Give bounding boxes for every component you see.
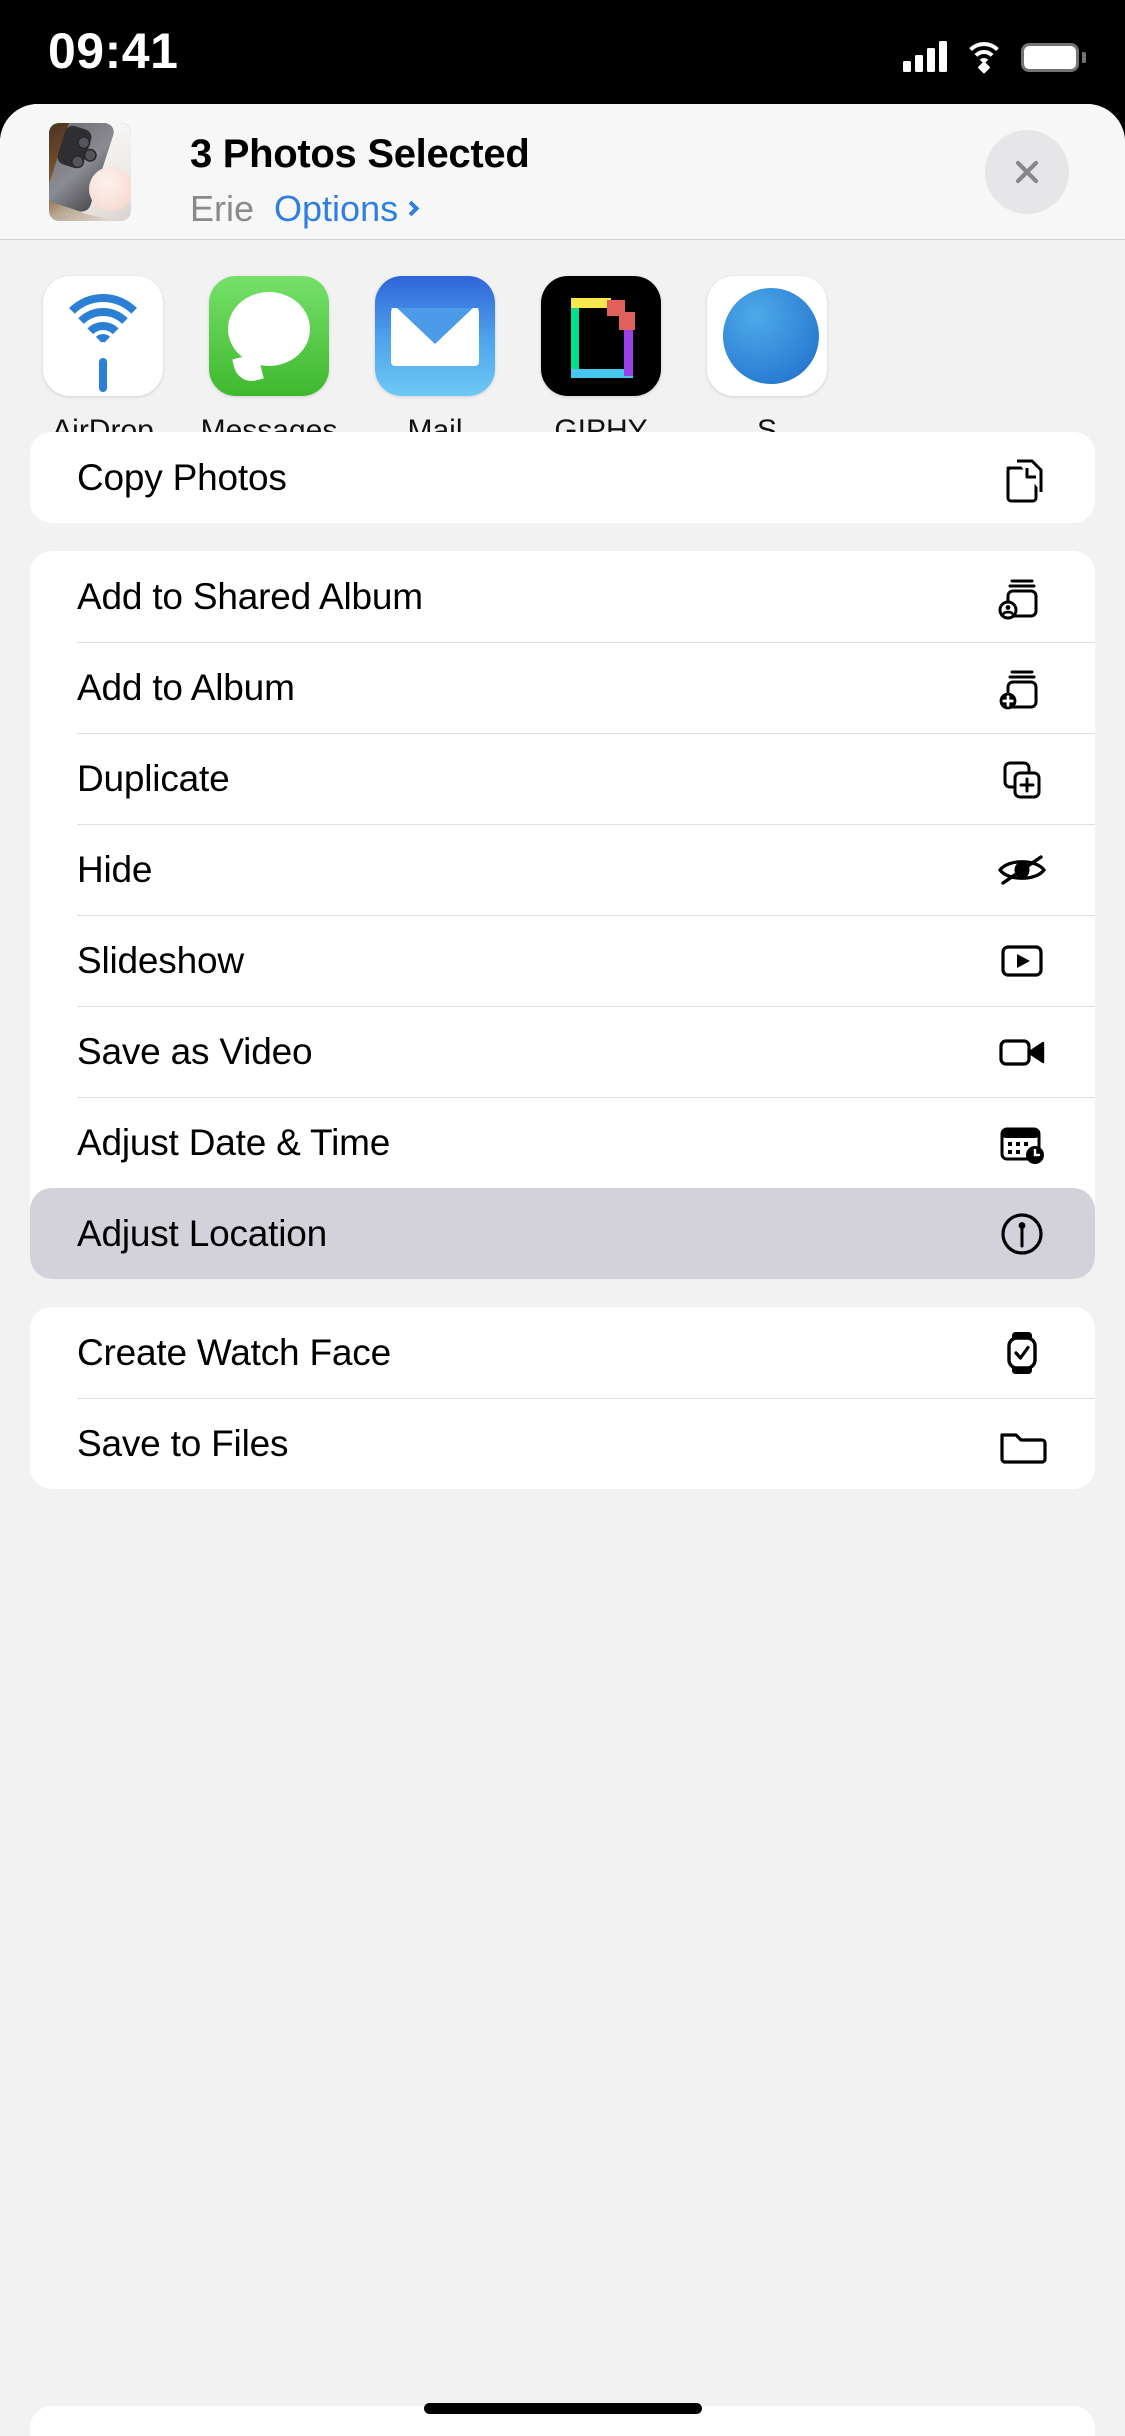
safari-icon <box>707 276 827 396</box>
mail-icon <box>375 276 495 396</box>
action-row-save-as-video[interactable]: Save as Video <box>30 1006 1095 1097</box>
status-bar-clock: 09:41 <box>48 23 179 79</box>
action-row-save-to-files[interactable]: Save to Files <box>30 1398 1095 1489</box>
action-group-3: Create Watch Face Save to Files <box>30 1307 1095 1489</box>
action-label: Slideshow <box>77 939 244 981</box>
share-target-messages[interactable]: Messages <box>186 276 352 432</box>
cellular-bars-icon <box>903 40 947 72</box>
page-title: 3 Photos Selected <box>190 132 530 176</box>
messages-icon <box>209 276 329 396</box>
action-label: Add to Album <box>77 666 295 708</box>
action-label: Copy Photos <box>77 456 287 498</box>
share-target-label: Messages <box>200 414 338 432</box>
battery-full-icon <box>1021 43 1086 72</box>
wifi-icon <box>963 40 1005 74</box>
airdrop-icon <box>43 276 163 396</box>
action-row-copy-photos[interactable]: Copy Photos <box>30 432 1095 523</box>
share-target-safari[interactable]: S <box>684 276 850 432</box>
copy-icon <box>993 449 1051 507</box>
action-row-adjust-location[interactable]: Adjust Location <box>30 1188 1095 1279</box>
share-sheet-header: 3 Photos Selected Erie Options <box>0 104 1125 240</box>
action-row-adjust-date-time[interactable]: Adjust Date & Time <box>30 1097 1095 1188</box>
watch-face-icon <box>993 1324 1051 1382</box>
folder-icon <box>993 1415 1051 1473</box>
eye-slash-icon <box>993 841 1051 899</box>
duplicate-icon <box>993 750 1051 808</box>
close-button[interactable] <box>985 130 1069 214</box>
action-row-hide[interactable]: Hide <box>30 824 1095 915</box>
action-label: Hide <box>77 848 153 890</box>
add-to-album-icon <box>993 659 1051 717</box>
action-row-duplicate[interactable]: Duplicate <box>30 733 1095 824</box>
close-icon <box>1015 160 1039 184</box>
share-target-airdrop[interactable]: AirDrop <box>20 276 186 432</box>
location-pin-circle-icon <box>993 1205 1051 1263</box>
status-bar: 09:41 <box>0 0 1125 110</box>
album-name-label: Erie <box>190 188 255 229</box>
action-label: Save to Files <box>77 1422 289 1464</box>
calendar-clock-icon <box>993 1114 1051 1172</box>
chevron-right-icon <box>403 200 420 216</box>
share-target-giphy[interactable]: GIPHY <box>518 276 684 432</box>
share-sheet: 3 Photos Selected Erie Options AirDrop M… <box>0 104 1125 2436</box>
selected-photos-thumbnail[interactable] <box>49 123 131 221</box>
action-row-create-watch-face[interactable]: Create Watch Face <box>30 1307 1095 1398</box>
share-targets-row[interactable]: AirDrop Messages Mail GIPHY S <box>0 240 1125 432</box>
subtitle-row: Erie Options <box>190 188 420 230</box>
share-target-label: Mail <box>407 414 463 432</box>
action-label: Add to Shared Album <box>77 575 423 617</box>
share-target-mail[interactable]: Mail <box>352 276 518 432</box>
action-group-1: Copy Photos <box>30 432 1095 523</box>
action-row-slideshow[interactable]: Slideshow <box>30 915 1095 1006</box>
action-row-add-to-album[interactable]: Add to Album <box>30 642 1095 733</box>
action-label: Create Watch Face <box>77 1331 391 1373</box>
action-label: Adjust Location <box>77 1212 328 1254</box>
home-indicator[interactable] <box>423 2403 702 2414</box>
action-group-2: Add to Shared Album Add to Album Duplica… <box>30 551 1095 1279</box>
video-camera-icon <box>993 1023 1051 1081</box>
shared-album-icon <box>993 568 1051 626</box>
action-label: Save as Video <box>77 1030 313 1072</box>
play-rectangle-icon <box>993 932 1051 990</box>
share-target-label: S <box>756 414 777 432</box>
options-label: Options <box>274 188 399 229</box>
giphy-icon <box>541 276 661 396</box>
options-button[interactable]: Options <box>274 188 420 230</box>
action-label: Duplicate <box>77 757 230 799</box>
action-label: Adjust Date & Time <box>77 1121 391 1163</box>
share-target-label: GIPHY <box>554 414 648 432</box>
action-row-add-to-shared-album[interactable]: Add to Shared Album <box>30 551 1095 642</box>
status-bar-indicators <box>903 26 1086 74</box>
share-target-label: AirDrop <box>52 414 154 432</box>
